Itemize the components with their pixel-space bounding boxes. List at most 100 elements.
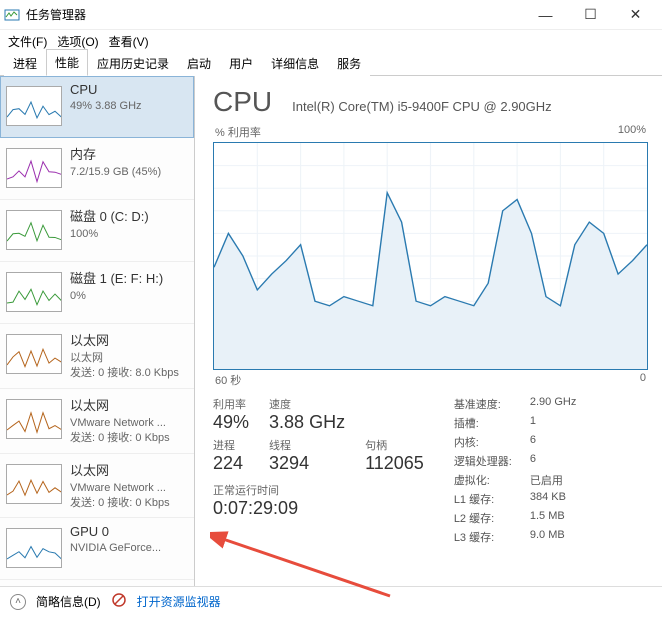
thumb-icon — [6, 334, 62, 374]
sidebar-item[interactable]: 以太网 VMware Network ... 发送: 0 接收: 0 Kbps — [0, 389, 194, 454]
stat-value: 3.88 GHz — [269, 412, 345, 433]
spec-label: L3 缓存: — [454, 529, 512, 545]
spec-value: 已启用 — [530, 472, 576, 488]
titlebar: 任务管理器 — ☐ ✕ — [0, 0, 662, 30]
maximize-button[interactable]: ☐ — [568, 0, 613, 30]
spec-value: 384 KB — [530, 491, 576, 507]
sidebar-item-sub: 100% — [70, 227, 188, 242]
brief-info-link[interactable]: 简略信息(D) — [36, 593, 101, 610]
tab-bar: 进程 性能 应用历史记录 启动 用户 详细信息 服务 — [0, 52, 662, 76]
sidebar-item-title: 以太网 — [70, 460, 188, 479]
stat-block: 利用率49% — [213, 396, 249, 433]
spec-value: 2.90 GHz — [530, 396, 576, 412]
thumb-icon — [6, 86, 62, 126]
chart-label-top-right: 100% — [618, 124, 646, 140]
stat-label: 进程 — [213, 437, 249, 453]
tab-details[interactable]: 详细信息 — [262, 50, 328, 76]
stat-label: 线程 — [269, 437, 345, 453]
tab-users[interactable]: 用户 — [220, 50, 262, 76]
sidebar-item-sub: 49% 3.88 GHz — [70, 99, 188, 114]
spec-label: 逻辑处理器: — [454, 453, 512, 469]
menu-file[interactable]: 文件(F) — [8, 33, 47, 50]
spec-label: L1 缓存: — [454, 491, 512, 507]
detail-panel: CPU Intel(R) Core(TM) i5-9400F CPU @ 2.9… — [195, 76, 662, 586]
detail-title: CPU — [213, 86, 272, 118]
sidebar-item-title: 磁盘 1 (E: F: H:) — [70, 268, 188, 287]
sidebar-item-sub: VMware Network ... — [70, 481, 188, 496]
thumb-icon — [6, 272, 62, 312]
sidebar-item-sub: 以太网 — [70, 351, 188, 366]
sidebar-item-sub: 0% — [70, 289, 188, 304]
sidebar-item[interactable]: 磁盘 0 (C: D:) 100% — [0, 200, 194, 262]
stat-block: 进程224 — [213, 437, 249, 474]
chart-label-bottom-right: 0 — [640, 372, 646, 388]
thumb-icon — [6, 528, 62, 568]
open-resmon-link[interactable]: 打开资源监视器 — [137, 593, 221, 610]
menu-options[interactable]: 选项(O) — [57, 33, 98, 50]
sidebar-item[interactable]: CPU 49% 3.88 GHz — [0, 76, 194, 138]
footer: ˄ 简略信息(D) 打开资源监视器 — [0, 586, 662, 616]
uptime-value: 0:07:29:09 — [213, 498, 424, 519]
sidebar-item-sub: 7.2/15.9 GB (45%) — [70, 165, 188, 180]
sidebar-item[interactable]: 以太网 VMware Network ... 发送: 0 接收: 0 Kbps — [0, 454, 194, 519]
sidebar-item[interactable]: 磁盘 1 (E: F: H:) 0% — [0, 262, 194, 324]
sidebar-item-title: 内存 — [70, 144, 188, 163]
spec-label: L2 缓存: — [454, 510, 512, 526]
stat-value: 49% — [213, 412, 249, 433]
tab-startup[interactable]: 启动 — [178, 50, 220, 76]
thumb-icon — [6, 464, 62, 504]
stat-block: 速度3.88 GHz — [269, 396, 345, 433]
thumb-icon — [6, 399, 62, 439]
sidebar-item-title: CPU — [70, 82, 188, 97]
main-content: CPU 49% 3.88 GHz 内存 7.2/15.9 GB (45%) 磁盘… — [0, 76, 662, 586]
window-controls: — ☐ ✕ — [523, 0, 658, 30]
sidebar-item[interactable]: 以太网 以太网 发送: 0 接收: 8.0 Kbps — [0, 324, 194, 389]
sidebar-item-sub2: 发送: 0 接收: 8.0 Kbps — [70, 366, 188, 381]
chart-label-bottom-left: 60 秒 — [215, 372, 241, 388]
resmon-icon — [111, 592, 127, 611]
sidebar-item-sub: VMware Network ... — [70, 416, 188, 431]
window-title: 任务管理器 — [26, 6, 523, 23]
stat-label: 速度 — [269, 396, 345, 412]
stat-value: 112065 — [365, 453, 424, 474]
minimize-button[interactable]: — — [523, 0, 568, 30]
thumb-icon — [6, 210, 62, 250]
spec-label: 虚拟化: — [454, 472, 512, 488]
cpu-model: Intel(R) Core(TM) i5-9400F CPU @ 2.90GHz — [292, 99, 552, 114]
tab-app-history[interactable]: 应用历史记录 — [88, 50, 178, 76]
stat-value: 224 — [213, 453, 249, 474]
sidebar-item[interactable]: 内存 7.2/15.9 GB (45%) — [0, 138, 194, 200]
spec-label: 插槽: — [454, 415, 512, 431]
app-icon — [4, 7, 20, 23]
sidebar-item-sub2: 发送: 0 接收: 0 Kbps — [70, 431, 188, 446]
menu-view[interactable]: 查看(V) — [109, 33, 149, 50]
stat-block — [365, 396, 424, 433]
stat-label: 利用率 — [213, 396, 249, 412]
spec-label: 基准速度: — [454, 396, 512, 412]
sidebar-item-sub2: 发送: 0 接收: 0 Kbps — [70, 496, 188, 511]
close-button[interactable]: ✕ — [613, 0, 658, 30]
spec-value: 6 — [530, 434, 576, 450]
stat-label: 句柄 — [365, 437, 424, 453]
spec-value: 9.0 MB — [530, 529, 576, 545]
sidebar[interactable]: CPU 49% 3.88 GHz 内存 7.2/15.9 GB (45%) 磁盘… — [0, 76, 195, 586]
sidebar-item-sub: NVIDIA GeForce... — [70, 541, 188, 556]
sidebar-item-title: 以太网 — [70, 330, 188, 349]
thumb-icon — [6, 148, 62, 188]
chevron-up-icon[interactable]: ˄ — [10, 594, 26, 610]
cpu-chart — [213, 142, 648, 370]
spec-value: 1 — [530, 415, 576, 431]
tab-processes[interactable]: 进程 — [4, 50, 46, 76]
sidebar-item[interactable]: GPU 0 NVIDIA GeForce... — [0, 518, 194, 580]
spec-label: 内核: — [454, 434, 512, 450]
tab-services[interactable]: 服务 — [328, 50, 370, 76]
sidebar-item-title: GPU 0 — [70, 524, 188, 539]
spec-value: 1.5 MB — [530, 510, 576, 526]
sidebar-item-title: 磁盘 0 (C: D:) — [70, 206, 188, 225]
chart-label-top-left: % 利用率 — [215, 124, 261, 140]
uptime-label: 正常运行时间 — [213, 482, 424, 498]
stat-block: 句柄112065 — [365, 437, 424, 474]
spec-value: 6 — [530, 453, 576, 469]
tab-performance[interactable]: 性能 — [46, 49, 88, 76]
menubar: 文件(F) 选项(O) 查看(V) — [0, 30, 662, 52]
